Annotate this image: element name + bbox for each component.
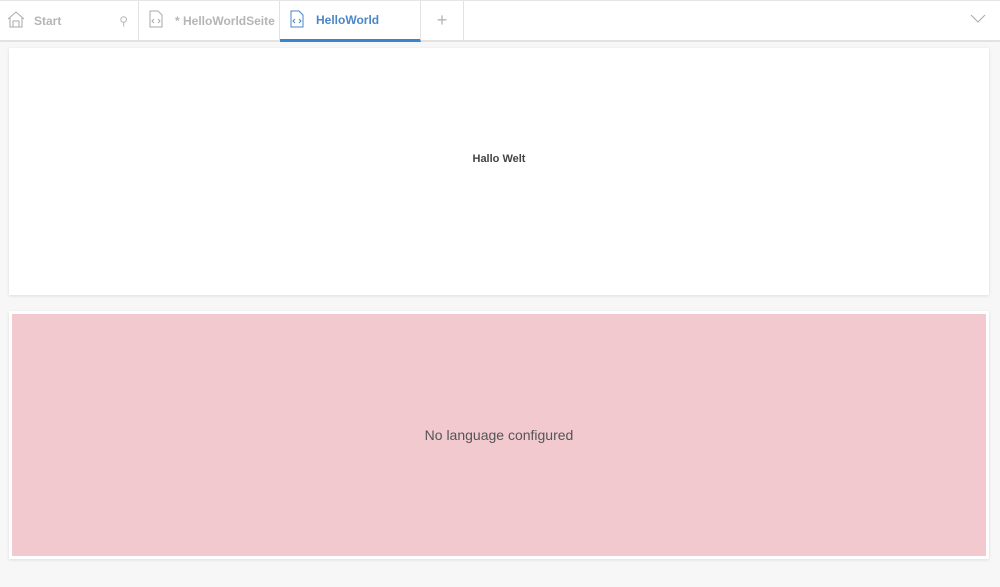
preview-panel: Hallo Welt	[9, 48, 989, 295]
tab-label: HelloWorld	[316, 13, 380, 27]
error-message: No language configured	[424, 427, 574, 443]
pin-icon[interactable]: ⚲	[119, 14, 128, 28]
chevron-down-icon[interactable]	[970, 11, 986, 29]
tab-label: Start	[34, 13, 62, 28]
error-panel: No language configured	[9, 311, 989, 559]
error-message-box: No language configured	[12, 314, 986, 556]
tab-hello-world-seite[interactable]: * HelloWorldSeite	[139, 1, 280, 40]
tab-hello-world[interactable]: HelloWorld	[280, 1, 421, 42]
tab-start[interactable]: Start ⚲	[0, 1, 139, 40]
code-file-icon	[149, 10, 163, 31]
code-file-icon	[290, 10, 304, 31]
add-tab-button[interactable]: +	[421, 1, 464, 40]
content-text: Hallo Welt	[472, 153, 526, 165]
tab-label: * HelloWorldSeite	[175, 13, 275, 28]
home-icon	[6, 10, 26, 31]
tab-bar: Start ⚲ * HelloWorldSeite HelloWorld +	[0, 0, 1000, 42]
